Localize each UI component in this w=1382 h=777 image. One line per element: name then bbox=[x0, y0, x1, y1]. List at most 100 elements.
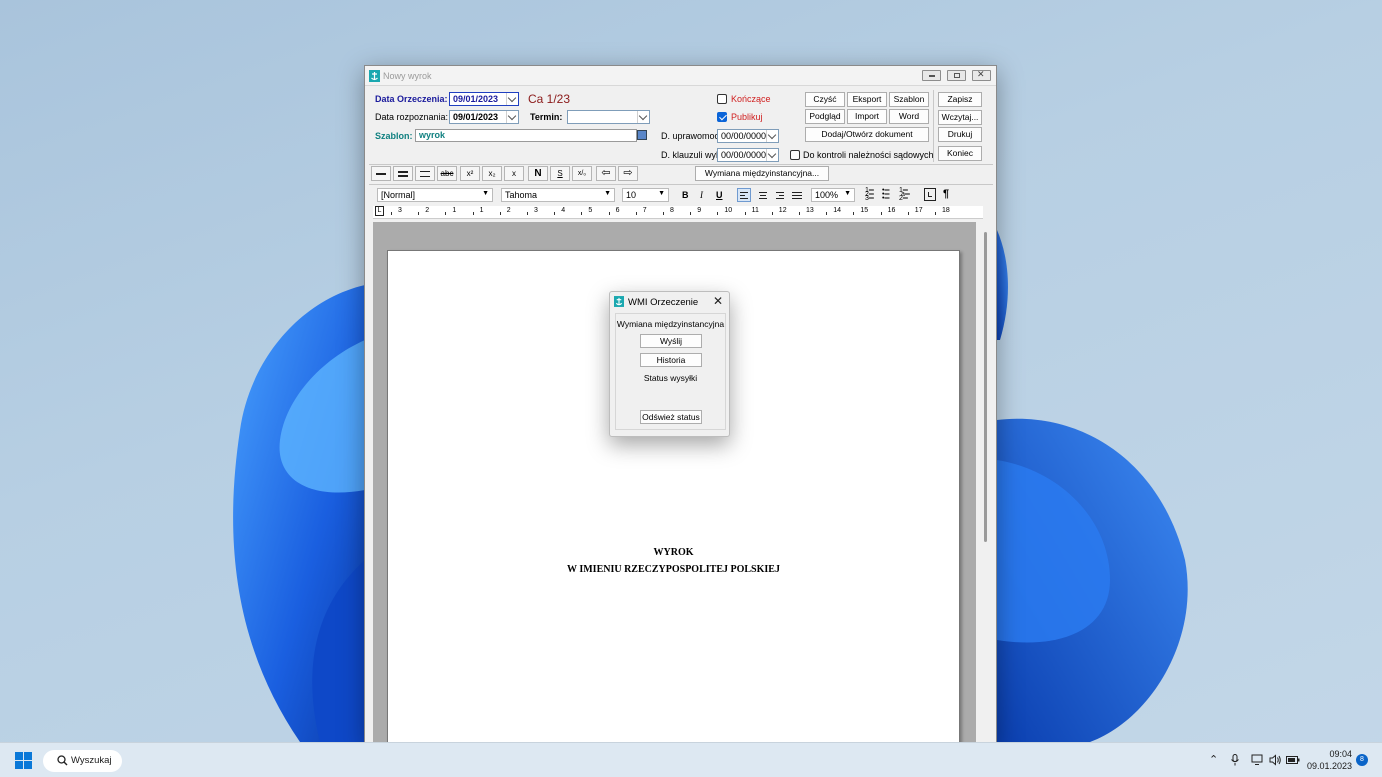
windows-start-icon[interactable] bbox=[15, 752, 32, 769]
ruler-tick bbox=[554, 212, 556, 215]
title-bar[interactable]: Nowy wyrok ✕ bbox=[365, 66, 996, 86]
line-wide-icon[interactable] bbox=[415, 166, 435, 181]
n-bold-icon[interactable]: N bbox=[528, 166, 548, 181]
wczytaj-button[interactable]: Wczytaj... bbox=[938, 110, 982, 125]
szablon-button[interactable]: Szablon bbox=[889, 92, 929, 107]
ruler-number: 3 bbox=[534, 207, 538, 214]
indent-decrease-icon[interactable]: ⇦ bbox=[596, 166, 616, 181]
align-justify-icon[interactable] bbox=[791, 189, 803, 201]
network-icon[interactable] bbox=[1251, 754, 1264, 766]
numbered-list-icon[interactable]: 1═ 2═ 3═ bbox=[865, 187, 877, 202]
underline-button[interactable]: U bbox=[716, 190, 723, 200]
ruler-tick bbox=[581, 212, 583, 215]
ruler-number: 4 bbox=[561, 207, 566, 214]
data-orzeczenia-label: Data Orzeczenia: bbox=[375, 94, 448, 104]
odswiez-status-button[interactable]: Odśwież status bbox=[640, 410, 702, 424]
bold-button[interactable]: B bbox=[682, 190, 689, 200]
ruler-tick bbox=[826, 212, 828, 215]
drukuj-button[interactable]: Drukuj bbox=[938, 127, 982, 142]
zoom-select[interactable]: 100% ▼ bbox=[811, 188, 855, 202]
zapisz-button[interactable]: Zapisz bbox=[938, 92, 982, 107]
ruler-tick bbox=[635, 212, 637, 215]
pilcrow-icon[interactable]: ¶ bbox=[943, 188, 949, 200]
minimize-button[interactable] bbox=[922, 70, 941, 81]
ruler-number: 2 bbox=[425, 207, 430, 214]
ruler-number: 7 bbox=[642, 207, 647, 214]
podglad-button[interactable]: Podgląd bbox=[805, 109, 845, 124]
ruler-number: 11 bbox=[751, 207, 759, 214]
superscript-icon[interactable]: x² bbox=[460, 166, 480, 181]
line-double-icon[interactable] bbox=[393, 166, 413, 181]
strikethrough-icon[interactable]: abc bbox=[437, 166, 457, 181]
size-select[interactable]: 10 ▼ bbox=[622, 188, 669, 202]
ruler-tick bbox=[445, 212, 447, 215]
clear-format-icon[interactable]: x bbox=[504, 166, 524, 181]
chevron-down-icon[interactable] bbox=[766, 130, 778, 142]
taskbar-search[interactable]: Wyszukaj bbox=[43, 750, 122, 772]
chevron-down-icon[interactable] bbox=[766, 149, 778, 161]
vertical-scrollbar[interactable] bbox=[976, 222, 995, 746]
style-select[interactable]: [Normal] ▼ bbox=[377, 188, 493, 202]
s-icon[interactable]: S bbox=[550, 166, 570, 181]
wyslij-button[interactable]: Wyślij bbox=[640, 334, 702, 348]
d-klauzuli-field[interactable]: 00/00/0000 bbox=[717, 148, 779, 162]
publikuj-checkbox[interactable] bbox=[717, 112, 727, 122]
indent-increase-icon[interactable]: ⇨ bbox=[618, 166, 638, 181]
ruler-number: 1 bbox=[452, 207, 457, 214]
szablon-field[interactable]: wyrok bbox=[415, 129, 637, 142]
dropdown-arrow-icon: ▼ bbox=[482, 190, 489, 197]
maximize-button[interactable] bbox=[947, 70, 966, 81]
ruler-tick bbox=[799, 212, 800, 215]
chevron-down-icon[interactable] bbox=[506, 111, 518, 123]
ruler-tick bbox=[907, 212, 909, 215]
volume-icon[interactable] bbox=[1269, 754, 1282, 766]
battery-icon[interactable] bbox=[1286, 755, 1300, 765]
ruler[interactable]: L 3 2 1 1 2 3 4 5 6 7 8 9 10 11 12 13 14 15 16 17 18 bbox=[373, 206, 983, 219]
konczace-checkbox[interactable] bbox=[717, 94, 727, 104]
align-center-icon[interactable] bbox=[757, 189, 769, 201]
italic-button[interactable]: I bbox=[700, 190, 703, 200]
notification-badge[interactable]: 8 bbox=[1356, 754, 1368, 766]
wmi-dialog: WMI Orzeczenie ✕ Wymiana międzyinstancyj… bbox=[609, 291, 730, 437]
percent-icon[interactable]: x/₀ bbox=[572, 166, 592, 181]
szablon-browse-icon[interactable] bbox=[637, 130, 647, 140]
chevron-down-icon[interactable] bbox=[637, 111, 649, 123]
data-rozpoznania-label: Data rozpoznania: bbox=[375, 112, 449, 122]
termin-field[interactable] bbox=[567, 110, 650, 124]
taskbar-clock[interactable]: 09:04 09.01.2023 bbox=[1300, 748, 1352, 772]
wymiana-button[interactable]: Wymiana międzyinstancyjna... bbox=[695, 166, 829, 181]
chevron-down-icon[interactable] bbox=[506, 93, 518, 105]
historia-button[interactable]: Historia bbox=[640, 353, 702, 367]
subscript-icon[interactable]: x₂ bbox=[482, 166, 502, 181]
microphone-icon[interactable] bbox=[1230, 754, 1240, 766]
czysc-button[interactable]: Czyść bbox=[805, 92, 845, 107]
d-uprawomoc-field[interactable]: 00/00/0000 bbox=[717, 129, 779, 143]
ruler-tick bbox=[663, 212, 664, 215]
dodaj-dokument-button[interactable]: Dodaj/Otwórz dokument bbox=[805, 127, 929, 142]
chevron-up-icon[interactable]: ⌃ bbox=[1209, 753, 1218, 766]
word-button[interactable]: Word bbox=[889, 109, 929, 124]
data-rozpoznania-field[interactable]: 09/01/2023 bbox=[449, 110, 519, 124]
ruler-tick bbox=[472, 212, 474, 215]
ruler-tick bbox=[935, 212, 936, 215]
ruler-number: 13 bbox=[806, 207, 814, 214]
data-orzeczenia-field[interactable]: 09/01/2023 bbox=[449, 92, 519, 106]
align-left-icon[interactable] bbox=[737, 188, 751, 202]
dropdown-arrow-icon: ▼ bbox=[658, 190, 665, 197]
eksport-button[interactable]: Eksport bbox=[847, 92, 887, 107]
import-button[interactable]: Import bbox=[847, 109, 887, 124]
line-single-icon[interactable] bbox=[371, 166, 391, 181]
bullet-list-icon[interactable]: •═ •═ •═ bbox=[882, 187, 894, 202]
document-heading-wyrok: WYROK bbox=[653, 547, 694, 558]
ruler-tick bbox=[499, 212, 501, 215]
page-view-icon[interactable] bbox=[924, 188, 936, 201]
multilevel-list-icon[interactable]: 1═ a═ 2═ bbox=[899, 187, 911, 202]
ruler-tab-icon[interactable]: L bbox=[375, 206, 384, 216]
scrollbar-thumb[interactable] bbox=[984, 232, 987, 542]
kontrola-checkbox[interactable] bbox=[790, 150, 800, 160]
font-select[interactable]: Tahoma ▼ bbox=[501, 188, 615, 202]
align-right-icon[interactable] bbox=[774, 189, 786, 201]
koniec-button[interactable]: Koniec bbox=[938, 146, 982, 161]
dialog-close-icon[interactable]: ✕ bbox=[713, 294, 723, 308]
close-button[interactable]: ✕ bbox=[972, 69, 991, 81]
